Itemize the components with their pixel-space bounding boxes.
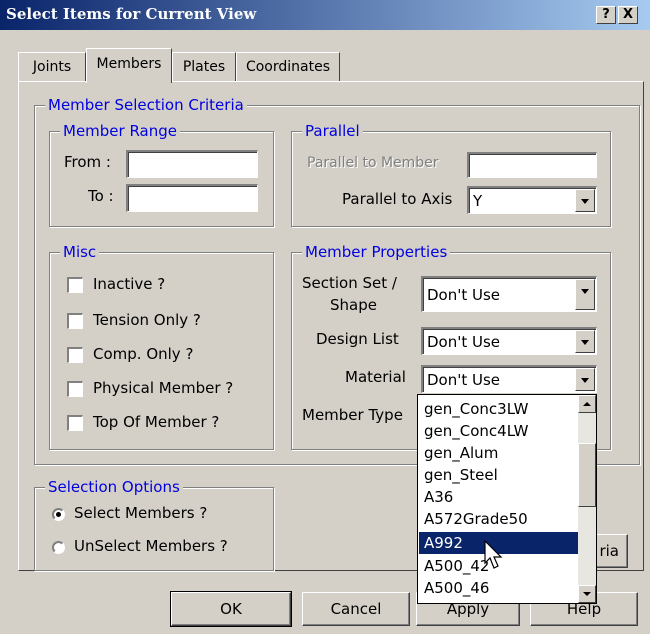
criteria-button-label: ria <box>599 542 619 560</box>
material-value: Don't Use <box>427 371 501 389</box>
parallel-legend: Parallel <box>302 121 363 141</box>
member-properties-legend: Member Properties <box>302 242 451 262</box>
misc-legend: Misc <box>60 242 100 262</box>
inactive-checkbox[interactable] <box>67 277 83 293</box>
chevron-down-icon[interactable] <box>575 330 595 353</box>
list-item[interactable]: A36 <box>422 486 574 508</box>
close-button[interactable]: X <box>618 6 638 24</box>
member-type-label: Member Type <box>302 406 403 424</box>
top-of-member-checkbox[interactable] <box>67 415 83 431</box>
chevron-down-icon[interactable] <box>575 279 595 310</box>
dialog-window: Select Items for Current View ? X Joints… <box>0 0 650 634</box>
title-bar: Select Items for Current View ? X <box>0 0 650 30</box>
selection-options-legend: Selection Options <box>45 477 183 497</box>
section-set-value: Don't Use <box>427 286 501 304</box>
criteria-legend: Member Selection Criteria <box>45 95 247 115</box>
from-field[interactable] <box>126 150 258 178</box>
material-label: Material <box>345 368 406 386</box>
list-item[interactable]: gen_Conc4LW <box>422 420 574 442</box>
physical-member-label: Physical Member ? <box>93 379 234 397</box>
design-list-value: Don't Use <box>427 333 501 351</box>
to-field[interactable] <box>126 184 258 212</box>
parallel-to-member-label: Parallel to Member <box>307 155 439 171</box>
material-select[interactable]: Don't Use <box>421 365 597 393</box>
ok-button[interactable]: OK <box>170 591 292 627</box>
design-list-label: Design List <box>316 330 399 348</box>
scroll-up-button[interactable] <box>578 395 596 413</box>
cancel-button[interactable]: Cancel <box>302 592 410 626</box>
unselect-members-radio[interactable] <box>52 541 65 554</box>
design-list-select[interactable]: Don't Use <box>421 327 597 355</box>
section-set-label: Section Set / <box>302 274 397 292</box>
from-label: From : <box>64 153 111 171</box>
to-label: To : <box>88 187 114 205</box>
chevron-down-icon <box>583 592 591 596</box>
list-item[interactable]: A572Grade50 <box>422 508 574 530</box>
chevron-down-icon[interactable] <box>575 368 595 391</box>
comp-only-checkbox[interactable] <box>67 347 83 363</box>
section-set-select[interactable]: Don't Use <box>421 276 597 312</box>
inactive-label: Inactive ? <box>93 275 166 293</box>
dropdown-scrollbar[interactable] <box>578 395 596 603</box>
help-title-button[interactable]: ? <box>596 6 616 24</box>
unselect-members-label: UnSelect Members ? <box>74 537 228 555</box>
member-range-group: Member Range <box>49 121 274 227</box>
tab-joints[interactable]: Joints <box>18 52 86 81</box>
list-item[interactable]: gen_Alum <box>422 442 574 464</box>
parallel-to-member-field[interactable] <box>467 152 597 178</box>
select-members-label: Select Members ? <box>74 504 208 522</box>
tab-plates[interactable]: Plates <box>172 52 236 81</box>
tab-members[interactable]: Members <box>86 48 172 83</box>
shape-label: Shape <box>330 296 377 314</box>
select-members-radio[interactable] <box>52 508 65 521</box>
tension-only-checkbox[interactable] <box>67 313 83 329</box>
mouse-pointer-icon <box>484 540 503 569</box>
member-range-legend: Member Range <box>60 121 181 141</box>
parallel-to-axis-select[interactable]: Y <box>467 186 597 214</box>
material-dropdown-list[interactable]: gen_Conc3LW gen_Conc4LW gen_Alum gen_Ste… <box>417 394 597 604</box>
list-item[interactable]: A500_46 <box>422 577 574 599</box>
list-item[interactable]: gen_Steel <box>422 464 574 486</box>
parallel-to-axis-label: Parallel to Axis <box>342 190 453 208</box>
chevron-down-icon[interactable] <box>575 189 595 212</box>
scroll-thumb[interactable] <box>578 443 596 507</box>
window-title: Select Items for Current View <box>6 5 257 23</box>
scroll-down-button[interactable] <box>578 585 596 603</box>
chevron-up-icon <box>583 402 591 406</box>
tension-only-label: Tension Only ? <box>93 311 201 329</box>
tab-coordinates[interactable]: Coordinates <box>236 52 340 81</box>
physical-member-checkbox[interactable] <box>67 381 83 397</box>
comp-only-label: Comp. Only ? <box>93 345 194 363</box>
list-item[interactable]: gen_Conc3LW <box>422 398 574 420</box>
top-of-member-label: Top Of Member ? <box>93 413 220 431</box>
selection-options-group: Selection Options <box>34 477 274 571</box>
parallel-to-axis-value: Y <box>473 192 483 210</box>
